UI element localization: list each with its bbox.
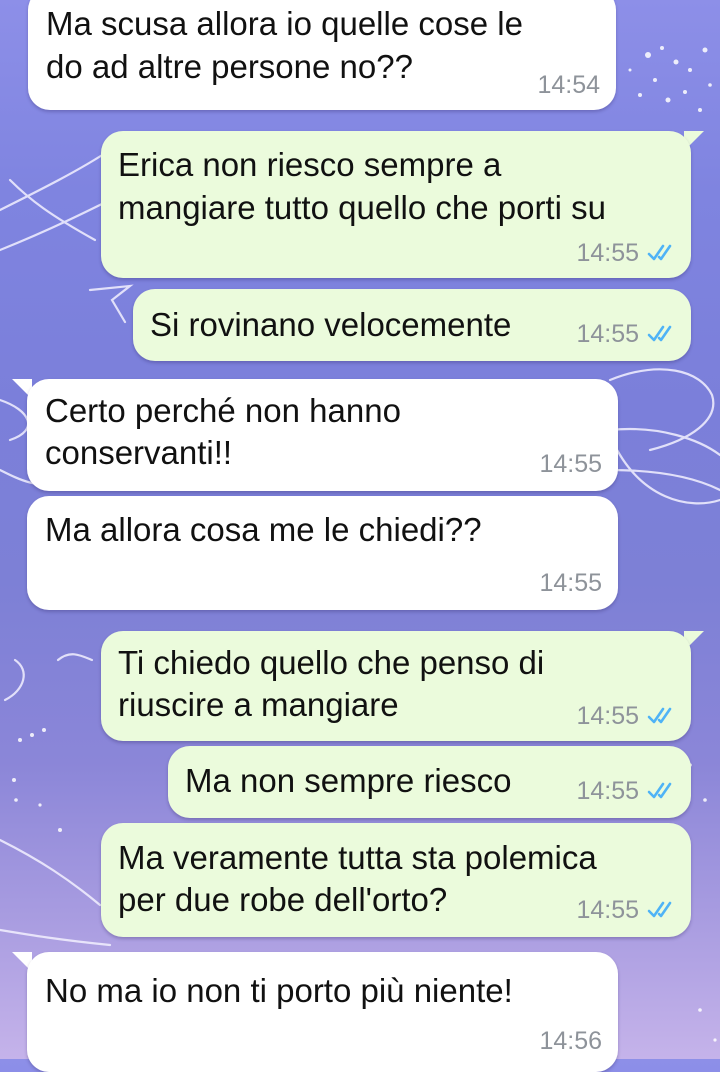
message-meta: 14:56 <box>539 1026 602 1056</box>
message-meta: 14:55 <box>576 701 677 731</box>
message-text-line: Erica non riesco sempre a <box>118 146 502 183</box>
message-text-line: Ma veramente tutta sta polemica <box>118 839 597 876</box>
message-text-line: No ma io non ti porto più niente! <box>45 972 513 1009</box>
message-meta: 14:55 <box>576 776 677 806</box>
message-timestamp: 14:55 <box>539 450 602 478</box>
message-timestamp: 14:55 <box>576 702 639 730</box>
message-text-line: Ma scusa allora io quelle cose le <box>46 5 523 42</box>
message-text-line: per due robe dell'orto? <box>118 881 448 918</box>
message-text-line: Ti chiedo quello che penso di <box>118 644 545 681</box>
message-timestamp: 14:55 <box>576 239 639 267</box>
message-meta: 14:55 <box>576 895 677 925</box>
message-timestamp: 14:55 <box>576 896 639 924</box>
message-text-line: Ma allora cosa me le chiedi?? <box>45 511 482 548</box>
message-meta: 14:55 <box>576 319 677 349</box>
message-meta: 14:55 <box>539 568 602 598</box>
double-check-icon <box>647 244 672 261</box>
message-timestamp: 14:55 <box>576 777 639 805</box>
message-timestamp: 14:54 <box>537 71 600 99</box>
message-bubble-incoming[interactable]: No ma io non ti porto più niente! 14:56 <box>27 952 618 1072</box>
message-meta: 14:54 <box>537 70 600 100</box>
message-text-line: Ma non sempre riesco <box>185 762 512 799</box>
message-bubble-outgoing[interactable]: Si rovinano velocemente 14:55 <box>133 289 691 361</box>
double-check-icon <box>647 325 672 342</box>
message-meta: 14:55 <box>539 449 602 479</box>
message-text-line: Si rovinano velocemente <box>150 306 512 343</box>
message-bubble-outgoing[interactable]: Erica non riesco sempre a mangiare tutto… <box>101 131 691 278</box>
message-meta: 14:55 <box>576 238 677 268</box>
message-bubble-incoming[interactable]: Certo perché non hanno conservanti!! 14:… <box>27 379 618 491</box>
message-timestamp: 14:55 <box>539 569 602 597</box>
message-bubble-outgoing[interactable]: Ti chiedo quello che penso di riuscire a… <box>101 631 691 741</box>
message-text-line: riuscire a mangiare <box>118 686 399 723</box>
double-check-icon <box>647 707 672 724</box>
message-timestamp: 14:56 <box>539 1027 602 1055</box>
message-timestamp: 14:55 <box>576 320 639 348</box>
message-bubble-outgoing[interactable]: Ma non sempre riesco 14:55 <box>168 746 691 818</box>
message-bubble-incoming[interactable]: Ma scusa allora io quelle cose le do ad … <box>28 0 616 110</box>
message-text-line: do ad altre persone no?? <box>46 48 413 85</box>
double-check-icon <box>647 901 672 918</box>
message-text-line: conservanti!! <box>45 434 233 471</box>
chat-conversation: Ma scusa allora io quelle cose le do ad … <box>0 0 720 1072</box>
message-bubble-incoming[interactable]: Ma allora cosa me le chiedi?? 14:55 <box>27 496 618 610</box>
message-text-line: Certo perché non hanno <box>45 392 401 429</box>
message-text-line: mangiare tutto quello che porti su <box>118 189 606 226</box>
message-bubble-outgoing[interactable]: Ma veramente tutta sta polemica per due … <box>101 823 691 937</box>
double-check-icon <box>647 782 672 799</box>
